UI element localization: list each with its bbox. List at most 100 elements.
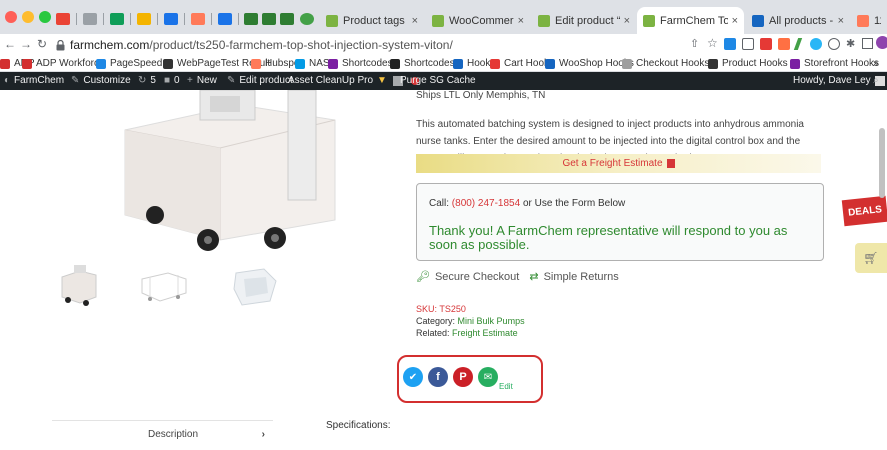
tab-description[interactable]: Description › [52,420,273,448]
adminbar-site[interactable]: ◐ FarmChem [4,75,64,86]
wooshop-icon [545,58,555,69]
maximize-window-button[interactable] [39,11,51,23]
tab-woocommerce-settings[interactable]: WooCommerce se × [426,7,530,34]
floating-cart-button[interactable]: 🛒︎ [855,243,887,273]
extensions-puzzle-icon[interactable]: ✱ [846,37,855,50]
tab-product-tags[interactable]: Product tags ‹ Far × [320,7,424,34]
share-edit-link[interactable]: Edit [499,382,513,391]
bookmark-product-hooks[interactable]: Product Hooks [708,58,788,69]
pinned-tab-icon[interactable] [164,13,178,25]
woocommerce-icon [643,14,655,27]
adminbar-account[interactable]: Howdy, Dave Ley [793,75,885,86]
product-main-image[interactable] [100,90,370,260]
share-page-icon[interactable]: ⇧ [690,37,699,50]
paintbrush-icon: ✎ [71,75,80,86]
chevron-right-icon: › [261,429,265,440]
pinned-tab-icon[interactable] [244,13,258,25]
twitter-share-icon[interactable]: ✔︎ [403,367,423,387]
bookmark-shortcodes-2[interactable]: Shortcodes [390,58,455,69]
sidepanel-icon[interactable] [862,38,873,49]
pencil-icon: ✎ [227,75,236,86]
phone-link[interactable]: (800) 247-1854 [452,198,520,209]
bookmark-hooks[interactable]: Hooks [453,58,495,69]
adminbar-customize[interactable]: ✎ Customize [71,75,131,86]
freight-estimate-button[interactable]: Get a Freight Estimate [416,154,821,173]
adp-icon [22,58,32,69]
pinned-tab-icon[interactable] [83,13,97,25]
category-link[interactable]: Mini Bulk Pumps [458,316,525,326]
adminbar-purge-cache[interactable]: Purge SG Cache [400,75,476,86]
gmail-pinned-tab-icon[interactable] [56,13,70,25]
hubspot-icon [251,58,261,69]
bookmark-wooshop-hooks[interactable]: WooShop Hooks [545,58,634,69]
facebook-share-icon[interactable]: f [428,367,448,387]
minimize-window-button[interactable] [22,11,34,23]
sheets-pinned-tab-icon[interactable] [110,13,124,25]
cart-hooks-icon [490,58,500,69]
extension-icon[interactable] [742,38,754,50]
webpagetest-icon [163,58,173,69]
pinned-tab-icon[interactable] [262,13,276,25]
bookmarks-overflow[interactable]: » [873,58,879,69]
close-tab-icon[interactable]: × [732,15,738,27]
pinned-tab-icon[interactable] [137,13,151,25]
extension-icon[interactable] [828,38,840,50]
bookmark-storefront-hooks[interactable]: Storefront Hooks [790,58,879,69]
specifications-heading: Specifications: [326,420,391,431]
cart-icon: 🛒︎ [863,251,879,265]
nas-icon [295,58,305,69]
tab-all-products[interactable]: All products - Me × [746,7,850,34]
product-thumbnail-3[interactable] [230,263,280,309]
extension-icon[interactable] [793,38,803,50]
bookmark-pagespeed[interactable]: PageSpeed [96,58,162,69]
updates-icon: ↻ [138,75,147,86]
product-thumbnail-2[interactable] [138,263,190,309]
tab-farmchem-product[interactable]: FarmChem Top-Sh × [637,7,744,34]
adminbar-comments[interactable]: ■ 0 [164,75,180,86]
bookmark-star-icon[interactable]: ☆ [707,36,718,50]
close-tab-icon[interactable]: × [518,15,524,27]
extension-icon[interactable] [810,38,822,50]
hubspot-pinned-tab-icon[interactable] [191,13,205,25]
forward-arrow-icon[interactable]: → [20,37,32,51]
pinterest-share-icon[interactable]: P [453,367,473,387]
close-window-button[interactable] [5,11,17,23]
bookmarks-bar: ADP ADP Workforce PageSpeed WebPageTest … [0,56,887,72]
deals-badge[interactable]: DEALS [841,195,887,227]
hooks-icon [453,58,463,69]
adminbar-new[interactable]: + New [187,75,217,86]
pinned-tab-icon[interactable] [280,13,294,25]
related-line: Related: Freight Estimate [416,328,518,338]
adminbar-updates[interactable]: ↻ 5 [138,75,156,86]
url-input[interactable]: farmchem.com/product/ts250-farmchem-top-… [52,35,680,55]
tab-hubspot-record[interactable]: 1166244727 [851,7,887,34]
tab-edit-product[interactable]: Edit product “Farm × [532,7,636,34]
bookmark-adp-workforce[interactable]: ADP Workforce [22,58,105,69]
bookmark-nas[interactable]: NAS [295,58,330,69]
thank-you-message: Thank you! A FarmChem representative wil… [429,223,788,252]
pinned-tab-icon[interactable] [218,13,232,25]
dashboard-icon: ◐ [4,75,11,86]
close-tab-icon[interactable]: × [838,15,844,27]
product-thumbnail-1[interactable] [58,263,100,309]
scrollbar-thumb[interactable] [879,128,885,198]
adminbar-edit-product[interactable]: ✎ Edit product [227,75,293,86]
exchange-arrows-icon: ⇄ [529,271,539,283]
close-tab-icon[interactable]: × [412,15,418,27]
bookmark-checkout-hooks[interactable]: Checkout Hooks [622,58,709,69]
related-link[interactable]: Freight Estimate [452,328,518,338]
close-tab-icon[interactable]: × [624,15,630,27]
product-meta: SKU: TS250 Category: Mini Bulk Pumps Rel… [416,303,525,339]
extension-icon[interactable] [778,38,790,50]
pinned-tab-icon[interactable] [300,13,314,25]
product-hooks-icon [708,58,718,69]
email-share-icon[interactable]: ✉ [478,367,498,387]
search-icon[interactable]: ⌕ [873,75,879,86]
back-arrow-icon[interactable]: ← [4,37,16,51]
profile-avatar[interactable] [876,36,887,49]
bookmark-shortcodes[interactable]: Shortcodes [328,58,393,69]
contact-form-box: Call: (800) 247-1854 or Use the Form Bel… [416,183,824,261]
extension-icon[interactable] [760,38,772,50]
reload-icon[interactable]: ↻ [37,37,47,51]
extension-icon[interactable] [724,38,736,50]
